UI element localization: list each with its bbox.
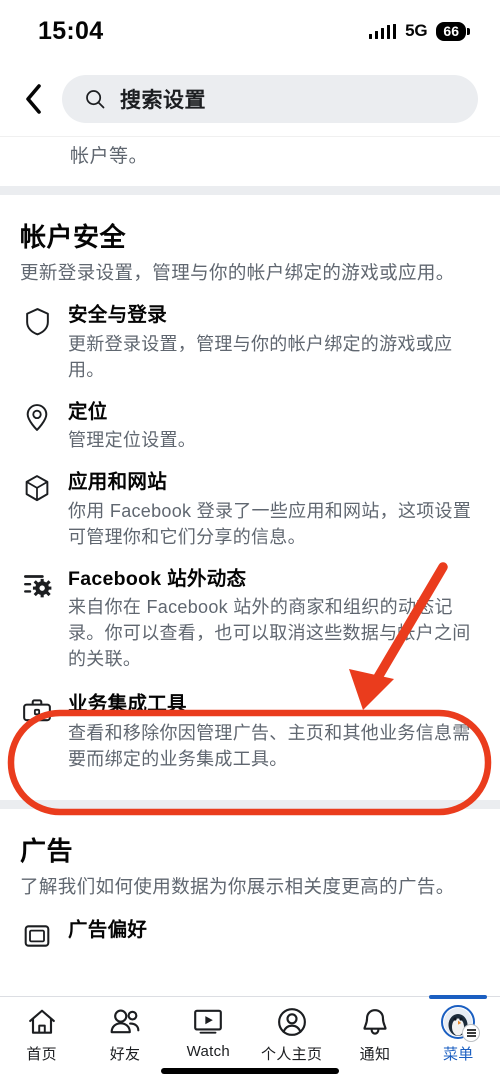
tab-label: 个人主页 [261,1046,323,1063]
friends-icon [108,1006,142,1038]
section-title: 广告 [20,835,74,866]
section-title: 帐户安全 [20,221,127,252]
location-pin-icon [22,403,52,433]
active-tab-indicator [429,995,488,999]
row-title: 业务集成工具 [68,693,187,716]
settings-row-location[interactable]: 定位 管理定位设置。 [20,383,480,453]
tab-label: 菜单 [443,1046,474,1063]
settings-row-business-integrations[interactable]: 业务集成工具 查看和移除你因管理广告、主页和其他业务信息需要而绑定的业务集成工具… [20,672,480,782]
section-description: 更新登录设置，管理与你的帐户绑定的游戏或应用。 [20,261,455,283]
search-input[interactable]: 搜索设置 [62,75,478,123]
row-description: 管理定位设置。 [68,430,197,451]
home-indicator [161,1068,339,1074]
row-description: 查看和移除你因管理广告、主页和其他业务信息需要而绑定的业务集成工具。 [68,722,471,769]
shield-icon [22,306,52,336]
section-description: 了解我们如何使用数据为你展示相关度更高的广告。 [20,875,455,897]
status-bar: 15:04 5G 66 [0,0,500,62]
menu-avatar-icon [441,1005,481,1042]
briefcase-icon [22,695,52,725]
row-description: 你用 Facebook 登录了一些应用和网站，这项设置可管理你和它们分享的信息。 [68,500,472,547]
bell-icon [358,1006,392,1038]
tab-friends[interactable]: 好友 [83,997,166,1064]
search-icon [86,90,105,109]
status-time: 15:04 [38,16,104,45]
settings-row-security-login[interactable]: 安全与登录 更新登录设置，管理与你的帐户绑定的游戏或应用。 [20,286,480,383]
section-divider [0,799,500,809]
back-button[interactable] [16,79,50,119]
settings-row-off-facebook-activity[interactable]: Facebook 站外动态 来自你在 Facebook 站外的商家和组织的动态记… [20,550,480,673]
window-icon [22,921,52,951]
chevron-left-icon [26,84,41,114]
row-title: 应用和网站 [68,471,168,494]
tab-label: 通知 [359,1046,391,1063]
row-title: Facebook 站外动态 [68,567,247,590]
row-description: 来自你在 Facebook 站外的商家和组织的动态记录。你可以查看，也可以取消这… [68,597,471,670]
status-indicators: 5G 66 [368,21,470,41]
tab-label: Watch [186,1043,231,1060]
battery-icon: 66 [436,21,470,41]
signal-bars-icon [368,23,397,39]
tab-label: 首页 [26,1046,57,1063]
settings-row-apps-websites[interactable]: 应用和网站 你用 Facebook 登录了一些应用和网站，这项设置可管理你和它们… [20,453,480,550]
search-header: 搜索设置 [0,62,500,137]
tab-menu[interactable]: 菜单 [417,995,500,1064]
row-title: 安全与登录 [68,304,168,327]
row-title: 定位 [68,400,108,423]
row-title: 广告偏好 [68,918,148,941]
tab-notifications[interactable]: 通知 [333,997,416,1064]
home-icon [25,1006,59,1038]
row-description: 更新登录设置，管理与你的帐户绑定的游戏或应用。 [68,333,453,380]
profile-icon [275,1006,309,1038]
tab-watch[interactable]: Watch [167,997,250,1060]
tab-profile[interactable]: 个人主页 [250,997,333,1064]
sliders-gear-icon [22,570,52,600]
network-type-label: 5G [405,21,428,40]
previous-section-fragment: 帐户等。 [70,146,149,167]
settings-row-ad-preferences[interactable]: 广告偏好 [20,901,480,951]
bottom-tab-bar: 首页 好友 Watch 个人主页 通知 菜单 [0,995,500,1084]
tab-label: 好友 [109,1046,141,1063]
settings-scroll-area[interactable]: 帐户等。 帐户安全 更新登录设置，管理与你的帐户绑定的游戏或应用。 安全与登录 … [0,137,500,996]
section-ads: 广告 了解我们如何使用数据为你展示相关度更高的广告。 广告偏好 [0,809,500,951]
hamburger-badge-icon [462,1024,481,1042]
cube-icon [22,473,52,503]
search-input-value: 搜索设置 [120,89,206,112]
section-divider [0,185,500,195]
watch-icon [191,1006,225,1038]
tab-home[interactable]: 首页 [0,997,83,1064]
section-account-security: 帐户安全 更新登录设置，管理与你的帐户绑定的游戏或应用。 安全与登录 更新登录设… [0,195,500,782]
